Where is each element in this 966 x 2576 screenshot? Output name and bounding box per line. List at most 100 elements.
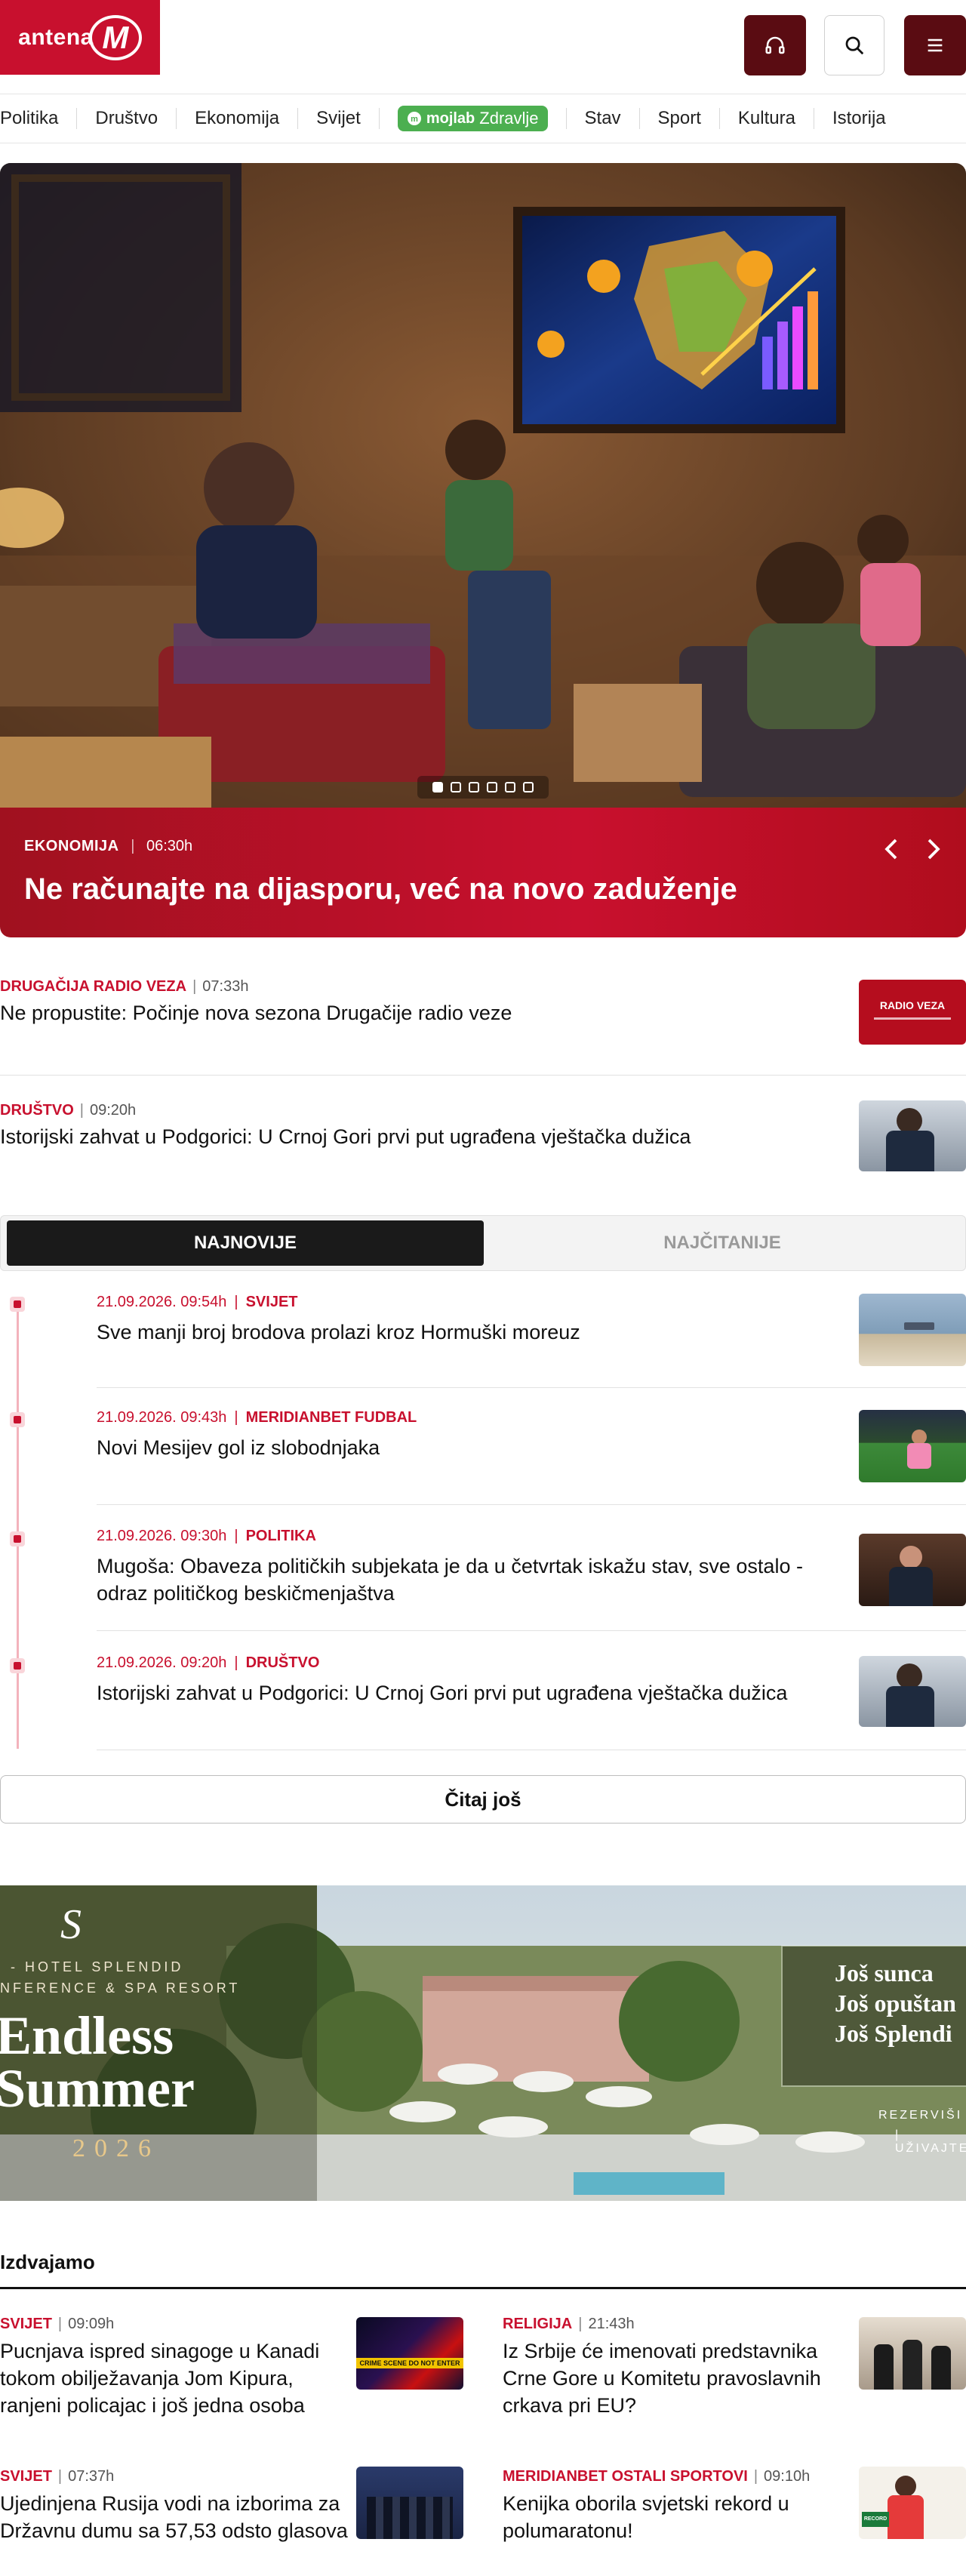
banner-right-text: Još sunca Još opuštan Još Splendi <box>835 1958 956 2048</box>
story-category[interactable]: DRUŠTVO <box>0 1102 74 1119</box>
tab-najcitanije[interactable]: NAJČITANIJE <box>484 1220 961 1266</box>
latest-item[interactable]: 21.09.2026. 09:43h | MERIDIANBET FUDBAL No… <box>97 1409 836 1461</box>
slide-dot[interactable] <box>505 782 515 792</box>
chevron-left-icon[interactable] <box>883 838 900 860</box>
slider-arrows <box>883 838 942 860</box>
banner-cta-1[interactable]: REZERVIŠI <box>878 2109 962 2122</box>
featured-item[interactable]: SVIJET | 09:09h Pucnjava ispred sinagoge u… <box>0 2316 355 2419</box>
featured-thumbnail[interactable]: CRIME SCENE DO NOT ENTER <box>356 2317 463 2390</box>
nav-item-drustvo[interactable]: Društvo <box>76 108 176 129</box>
story-time: 09:09h <box>68 2316 115 2332</box>
story-thumbnail[interactable]: RADIO VEZA <box>859 980 966 1045</box>
tab-najnovije[interactable]: NAJNOVIJE <box>7 1220 484 1266</box>
thumb-figure <box>897 1108 922 1134</box>
story-title[interactable]: Iz Srbije će imenovati predstavnika Crne… <box>503 2337 857 2419</box>
nav-item-kultura[interactable]: Kultura <box>718 108 814 129</box>
featured-item[interactable]: RELIGIJA | 21:43h Iz Srbije će imenovati p… <box>503 2316 857 2419</box>
banner-line1: Endless <box>0 2005 174 2066</box>
latest-meta: 21.09.2026. 09:54h | SVIJET <box>97 1294 836 1311</box>
load-more-button[interactable]: Čitaj još <box>0 1775 966 1824</box>
top-story[interactable]: DRUGAČIJA RADIO VEZA | 07:33h Ne propustit… <box>0 978 966 1025</box>
story-category[interactable]: SVIJET <box>0 2468 52 2485</box>
latest-item[interactable]: 21.09.2026. 09:20h | DRUŠTVO Istorijski za… <box>97 1654 836 1707</box>
story-meta: DRUŠTVO | 09:20h <box>0 1102 966 1119</box>
story-title[interactable]: Istorijski zahvat u Podgorici: U Crnoj G… <box>0 1125 966 1149</box>
story-category[interactable]: MERIDIANBET OSTALI SPORTOVI <box>503 2468 748 2485</box>
latest-category[interactable]: DRUŠTVO <box>246 1654 320 1671</box>
meta-separator: | <box>234 1409 238 1426</box>
story-meta: SVIJET | 07:37h <box>0 2468 355 2485</box>
latest-thumbnail[interactable] <box>859 1534 966 1606</box>
latest-title[interactable]: Istorijski zahvat u Podgorici: U Crnoj G… <box>97 1679 836 1707</box>
hero-image[interactable] <box>0 163 966 808</box>
story-category[interactable]: DRUGAČIJA RADIO VEZA <box>0 978 186 995</box>
thumb-figure <box>900 1546 922 1568</box>
top-story[interactable]: DRUŠTVO | 09:20h Istorijski zahvat u Podgo… <box>0 1102 966 1149</box>
story-category[interactable]: RELIGIJA <box>503 2316 572 2332</box>
banner-right-3: Još Splendi <box>835 2020 952 2047</box>
latest-category[interactable]: SVIJET <box>246 1294 298 1310</box>
nav-item-svijet[interactable]: Svijet <box>297 108 379 129</box>
timeline-marker <box>10 1658 25 1673</box>
nav-item-sport[interactable]: Sport <box>638 108 719 129</box>
section-rule <box>0 2287 966 2289</box>
meta-separator: | <box>234 1528 238 1544</box>
banner-right-2: Još opuštan <box>835 1990 956 2017</box>
story-title[interactable]: Kenijka oborila svjetski rekord u poluma… <box>503 2490 857 2544</box>
story-title[interactable]: Pucnjava ispred sinagoge u Kanadi tokom … <box>0 2337 355 2419</box>
nav-item-politika[interactable]: Politika <box>0 108 76 129</box>
featured-item[interactable]: MERIDIANBET OSTALI SPORTOVI | 09:10h Kenij… <box>503 2468 857 2544</box>
nav-item-zdravlje[interactable]: m mojlab Zdravlje <box>397 106 548 131</box>
divider <box>97 1630 966 1631</box>
latest-category[interactable]: MERIDIANBET FUDBAL <box>246 1409 417 1426</box>
timeline-marker <box>10 1531 25 1547</box>
hero-title[interactable]: Ne računajte na dijasporu, već na novo z… <box>24 873 737 906</box>
latest-category[interactable]: POLITIKA <box>246 1528 316 1544</box>
banner-headline: Endless Summer <box>0 2005 195 2116</box>
hero-slider[interactable]: EKONOMIJA | 06:30h Ne računajte na dijas… <box>0 163 966 937</box>
thumb-figure <box>912 1430 927 1445</box>
hero-category[interactable]: EKONOMIJA <box>24 838 119 854</box>
menu-button[interactable] <box>904 15 966 75</box>
thumb-figure <box>886 1131 934 1171</box>
slide-dot[interactable] <box>469 782 479 792</box>
featured-thumbnail[interactable]: RECORD <box>859 2467 966 2539</box>
section-title: Izdvajamo <box>0 2251 95 2273</box>
hotel-ad-banner[interactable]: S - HOTEL SPLENDID NFERENCE & SPA RESORT… <box>0 1885 966 2201</box>
nav-item-istorija[interactable]: Istorija <box>813 108 904 129</box>
banner-cta-2-text: UŽIVAJTE <box>895 2142 966 2155</box>
latest-item[interactable]: 21.09.2026. 09:30h | POLITIKA Mugoša: Obav… <box>97 1528 836 1607</box>
meta-separator: | <box>57 2468 63 2485</box>
story-title[interactable]: Ujedinjena Rusija vodi na izborima za Dr… <box>0 2490 355 2544</box>
timeline-line <box>17 1303 19 1749</box>
chevron-right-icon[interactable] <box>925 838 942 860</box>
latest-title[interactable]: Mugoša: Obaveza političkih subjekata je … <box>97 1553 836 1607</box>
latest-title[interactable]: Sve manji broj brodova prolazi kroz Horm… <box>97 1319 836 1346</box>
slide-dot[interactable] <box>487 782 497 792</box>
featured-thumbnail[interactable] <box>859 2317 966 2390</box>
slide-dot[interactable] <box>523 782 534 792</box>
story-thumbnail[interactable] <box>859 1100 966 1171</box>
search-button[interactable] <box>824 15 884 75</box>
hero-caption[interactable]: EKONOMIJA | 06:30h Ne računajte na dijas… <box>0 808 966 937</box>
story-category[interactable]: SVIJET <box>0 2316 52 2332</box>
latest-thumbnail[interactable] <box>859 1410 966 1482</box>
latest-thumbnail[interactable] <box>859 1656 966 1727</box>
crime-tape: CRIME SCENE DO NOT ENTER <box>356 2358 463 2368</box>
featured-item[interactable]: SVIJET | 07:37h Ujedinjena Rusija vodi na … <box>0 2468 355 2544</box>
slide-dot[interactable] <box>451 782 461 792</box>
latest-thumbnail[interactable] <box>859 1294 966 1366</box>
hero-time: 06:30h <box>146 838 193 854</box>
nav-item-ekonomija[interactable]: Ekonomija <box>176 108 297 129</box>
thumb-figure <box>907 1443 931 1469</box>
slide-dot[interactable] <box>432 782 443 792</box>
thumb-figure <box>897 1663 922 1689</box>
divider <box>97 1504 966 1505</box>
radio-button[interactable] <box>744 15 806 75</box>
latest-item[interactable]: 21.09.2026. 09:54h | SVIJET Sve manji broj… <box>97 1294 836 1346</box>
featured-thumbnail[interactable] <box>356 2467 463 2539</box>
nav-item-stav[interactable]: Stav <box>565 108 639 129</box>
latest-title[interactable]: Novi Mesijev gol iz slobodnjaka <box>97 1434 836 1461</box>
site-logo[interactable]: antena M <box>0 0 160 75</box>
story-title[interactable]: Ne propustite: Počinje nova sezona Druga… <box>0 1002 966 1025</box>
